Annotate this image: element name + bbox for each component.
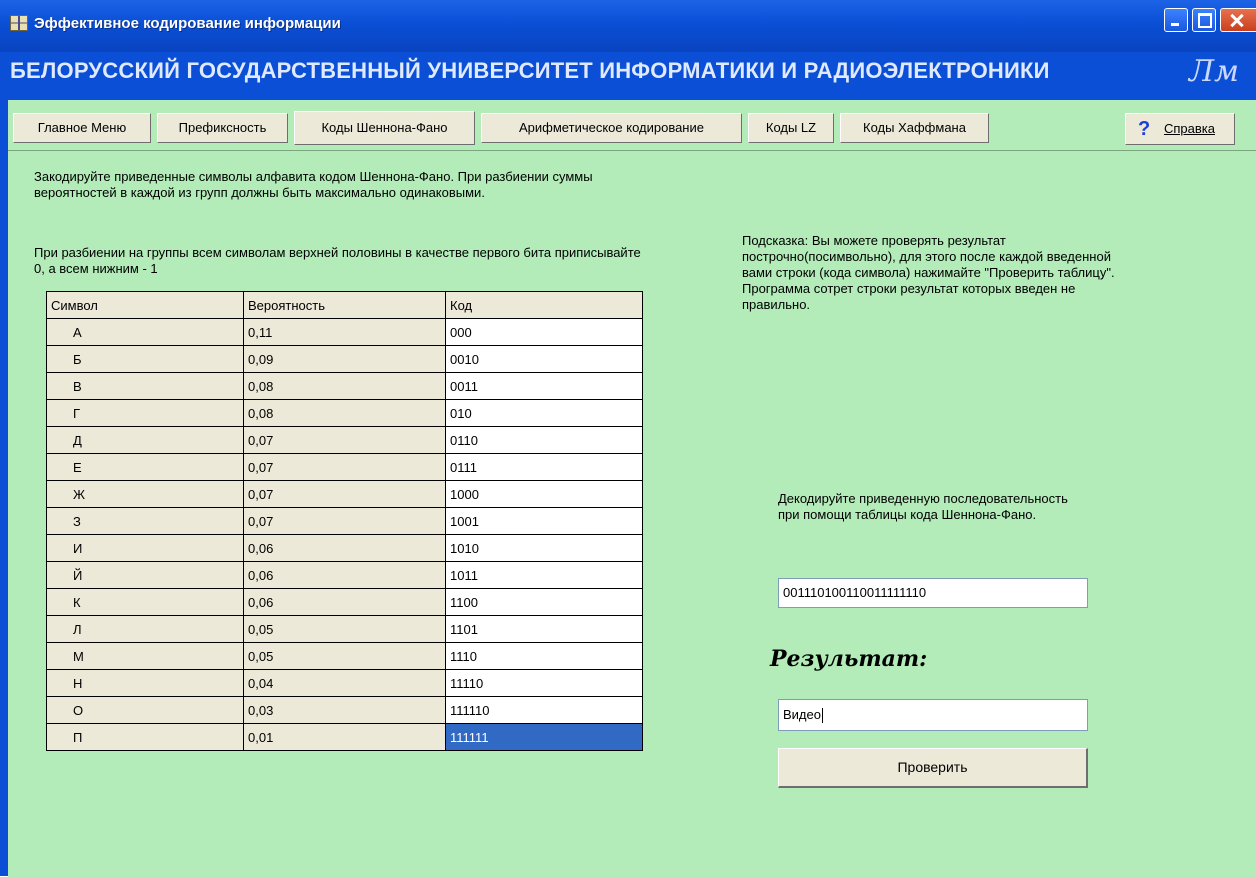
table-row[interactable]: О 0,03 111110 bbox=[46, 696, 643, 724]
content-panel: Закодируйте приведенные символы алфавита… bbox=[8, 150, 1256, 877]
probability-cell: 0,08 bbox=[243, 372, 446, 400]
maximize-button[interactable] bbox=[1192, 8, 1216, 32]
table-row[interactable]: Й 0,06 1011 bbox=[46, 561, 643, 589]
code-cell[interactable]: 1010 bbox=[445, 534, 643, 562]
column-header-probability: Вероятность bbox=[243, 291, 446, 319]
code-cell[interactable]: 1110 bbox=[445, 642, 643, 670]
code-cell[interactable]: 0010 bbox=[445, 345, 643, 373]
hint-text: Подсказка: Вы можете проверять результат… bbox=[742, 233, 1115, 312]
tab-lz-codes[interactable]: Коды LZ bbox=[748, 113, 834, 143]
code-cell[interactable]: 111110 bbox=[445, 696, 643, 724]
probability-cell: 0,05 bbox=[243, 615, 446, 643]
app-icon bbox=[10, 15, 28, 31]
grouping-instruction: При разбиении на группы всем символам ве… bbox=[34, 245, 641, 276]
symbol-cell: Д bbox=[46, 426, 244, 454]
code-cell[interactable]: 1100 bbox=[445, 588, 643, 616]
code-cell[interactable]: 1000 bbox=[445, 480, 643, 508]
symbol-cell: О bbox=[46, 696, 244, 724]
table-row[interactable]: А 0,11 000 bbox=[46, 318, 643, 346]
table-row[interactable]: К 0,06 1100 bbox=[46, 588, 643, 616]
close-button[interactable] bbox=[1220, 8, 1256, 32]
table-row[interactable]: З 0,07 1001 bbox=[46, 507, 643, 535]
code-cell[interactable]: 11110 bbox=[445, 669, 643, 697]
help-button[interactable]: ? Справка bbox=[1125, 113, 1235, 145]
symbol-cell: З bbox=[46, 507, 244, 535]
symbol-cell: Ж bbox=[46, 480, 244, 508]
table-row[interactable]: Д 0,07 0110 bbox=[46, 426, 643, 454]
symbol-cell: И bbox=[46, 534, 244, 562]
probability-cell: 0,08 bbox=[243, 399, 446, 427]
symbol-cell: Е bbox=[46, 453, 244, 481]
symbol-cell: А bbox=[46, 318, 244, 346]
probability-cell: 0,05 bbox=[243, 642, 446, 670]
encode-instruction: Закодируйте приведенные символы алфавита… bbox=[34, 169, 593, 200]
symbol-cell: Б bbox=[46, 345, 244, 373]
probability-cell: 0,07 bbox=[243, 507, 446, 535]
column-header-code: Код bbox=[445, 291, 643, 319]
probability-cell: 0,06 bbox=[243, 588, 446, 616]
code-cell[interactable]: 0011 bbox=[445, 372, 643, 400]
symbol-cell: М bbox=[46, 642, 244, 670]
tab-shannon-fano[interactable]: Коды Шеннона-Фано bbox=[294, 111, 475, 145]
tab-huffman-codes[interactable]: Коды Хаффмана bbox=[840, 113, 989, 143]
check-button[interactable]: Проверить bbox=[778, 748, 1088, 788]
window-title: Эффективное кодирование информации bbox=[34, 15, 341, 32]
university-logo: Лм bbox=[1189, 54, 1239, 89]
result-input[interactable]: Видео bbox=[778, 699, 1088, 731]
probability-cell: 0,07 bbox=[243, 453, 446, 481]
question-icon: ? bbox=[1138, 118, 1151, 140]
symbol-cell: Г bbox=[46, 399, 244, 427]
help-label: Справка bbox=[1164, 121, 1215, 136]
code-cell[interactable]: 1011 bbox=[445, 561, 643, 589]
tab-strip: Главное Меню Префиксность Коды Шеннона-Ф… bbox=[8, 100, 1256, 150]
table-row[interactable]: Ж 0,07 1000 bbox=[46, 480, 643, 508]
probability-cell: 0,11 bbox=[243, 318, 446, 346]
tab-prefix[interactable]: Префиксность bbox=[157, 113, 288, 143]
probability-cell: 0,04 bbox=[243, 669, 446, 697]
symbol-cell: Й bbox=[46, 561, 244, 589]
code-cell[interactable]: 1001 bbox=[445, 507, 643, 535]
probability-cell: 0,07 bbox=[243, 426, 446, 454]
table-row[interactable]: И 0,06 1010 bbox=[46, 534, 643, 562]
tab-main-menu[interactable]: Главное Меню bbox=[13, 113, 151, 143]
probability-cell: 0,06 bbox=[243, 561, 446, 589]
code-cell[interactable]: 010 bbox=[445, 399, 643, 427]
code-cell[interactable]: 0110 bbox=[445, 426, 643, 454]
code-cell[interactable]: 111111 bbox=[445, 723, 643, 751]
probability-cell: 0,07 bbox=[243, 480, 446, 508]
table-header-row: Символ Вероятность Код bbox=[46, 291, 643, 319]
code-cell[interactable]: 000 bbox=[445, 318, 643, 346]
symbol-cell: В bbox=[46, 372, 244, 400]
symbol-cell: Н bbox=[46, 669, 244, 697]
symbol-cell: Л bbox=[46, 615, 244, 643]
title-bar[interactable]: Эффективное кодирование информации bbox=[0, 0, 1256, 52]
table-row[interactable]: В 0,08 0011 bbox=[46, 372, 643, 400]
table-row[interactable]: М 0,05 1110 bbox=[46, 642, 643, 670]
result-label: Результат: bbox=[770, 646, 928, 672]
decode-instruction: Декодируйте приведенную последовательнос… bbox=[778, 491, 1068, 522]
table-row[interactable]: Е 0,07 0111 bbox=[46, 453, 643, 481]
tab-arithmetic-coding[interactable]: Арифметическое кодирование bbox=[481, 113, 742, 143]
university-banner: БЕЛОРУССКИЙ ГОСУДАРСТВЕННЫЙ УНИВЕРСИТЕТ … bbox=[10, 58, 1050, 83]
symbol-cell: К bbox=[46, 588, 244, 616]
text-caret bbox=[821, 708, 823, 724]
table-row[interactable]: Л 0,05 1101 bbox=[46, 615, 643, 643]
sequence-input[interactable]: 001110100110011111110 bbox=[778, 578, 1088, 608]
probability-cell: 0,06 bbox=[243, 534, 446, 562]
table-row[interactable]: Б 0,09 0010 bbox=[46, 345, 643, 373]
symbol-cell: П bbox=[46, 723, 244, 751]
code-cell[interactable]: 1101 bbox=[445, 615, 643, 643]
probability-cell: 0,09 bbox=[243, 345, 446, 373]
result-value: Видео bbox=[783, 707, 821, 722]
column-header-symbol: Символ bbox=[46, 291, 244, 319]
probability-cell: 0,01 bbox=[243, 723, 446, 751]
table-row[interactable]: Н 0,04 11110 bbox=[46, 669, 643, 697]
application-window: Эффективное кодирование информации БЕЛОР… bbox=[0, 0, 1256, 877]
probability-cell: 0,03 bbox=[243, 696, 446, 724]
table-row[interactable]: Г 0,08 010 bbox=[46, 399, 643, 427]
code-cell[interactable]: 0111 bbox=[445, 453, 643, 481]
minimize-button[interactable] bbox=[1164, 8, 1188, 32]
code-table: Символ Вероятность Код А 0,11 000 Б 0,09 0010… bbox=[46, 291, 643, 751]
table-row[interactable]: П 0,01 111111 bbox=[46, 723, 643, 751]
